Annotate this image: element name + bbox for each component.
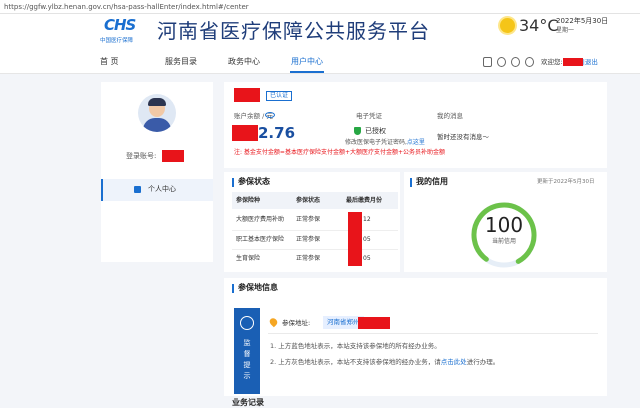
- records-title: 业务记录: [232, 398, 264, 407]
- browser-url-bar[interactable]: https://ggfw.ylbz.henan.gov.cn/hsa-pass-…: [0, 0, 640, 14]
- address-redacted: [358, 317, 390, 329]
- col-last-month: 最后缴费月份: [346, 197, 383, 204]
- active-nav-indicator: [290, 71, 324, 73]
- weather-widget: 34°C 2022年5月30日 星期一: [500, 16, 630, 50]
- nav-user-center[interactable]: 用户中心: [291, 57, 323, 67]
- date: 2022年5月30日: [556, 17, 609, 25]
- logo-subtitle: 中国医疗保障: [100, 38, 134, 44]
- balance-value: 2.76: [258, 124, 296, 142]
- col-insurance-type: 参保险种: [236, 197, 261, 204]
- months-redacted: [348, 212, 362, 266]
- balance-redacted: [232, 125, 258, 141]
- address-label: 参保地址:: [282, 319, 311, 327]
- row1-type: 大额医疗费用补助: [236, 216, 285, 223]
- section-marker: [232, 284, 234, 293]
- section-marker: [232, 178, 234, 187]
- messages-label: 我的消息: [437, 112, 463, 120]
- avatar: [138, 94, 176, 132]
- row3-status: 正常参保: [296, 255, 321, 262]
- main-nav: 首 页 服务目录 政务中心 用户中心 欢迎您: |退出: [0, 52, 640, 74]
- eye-icon[interactable]: [265, 112, 275, 118]
- row-divider: [232, 230, 398, 231]
- hint-line-2: 2. 上方灰色地址表示，本站不支持该参保地的经办业务，请点击此处进行办理。: [270, 358, 499, 366]
- welcome-area: 欢迎您: |退出: [541, 58, 598, 67]
- click-here-link[interactable]: 点击此处: [441, 358, 467, 366]
- credit-updated: 更新于2022年5月30日: [537, 179, 595, 185]
- account-card: 已认证 账户余额 / 元 2.76 电子凭证 已授权 修改医保电子凭证密码,点这…: [224, 82, 607, 168]
- hint-line-2-end: 进行办理。: [466, 358, 500, 366]
- credit-score: 100: [484, 213, 524, 237]
- avatar-hair: [148, 98, 166, 106]
- verified-badge: 已认证: [266, 91, 293, 101]
- voucher-label: 电子凭证: [356, 112, 382, 120]
- shield-check-icon: [354, 127, 361, 135]
- location-pin-icon: [268, 316, 279, 328]
- row-divider: [232, 249, 398, 250]
- username-redacted: [562, 58, 583, 66]
- logout-link[interactable]: |退出: [583, 58, 598, 66]
- col-status: 参保状态: [296, 197, 321, 204]
- row2-type: 职工基本医疗保险: [236, 236, 285, 243]
- insured-title: 参保地信息: [238, 283, 278, 292]
- status-title: 参保状态: [238, 177, 270, 186]
- login-account-redacted: [162, 150, 184, 162]
- welcome-label: 欢迎您:: [541, 58, 563, 66]
- supervise-panel: 监督提示: [234, 308, 260, 394]
- messages-value: 暂时还没有消息～: [437, 133, 489, 141]
- chs-logo: CHS 中国医疗保障: [100, 16, 144, 50]
- nav-home[interactable]: 首 页: [100, 57, 119, 67]
- temperature: 34°C: [519, 16, 559, 35]
- grid-icon: [134, 186, 141, 193]
- voucher-change-link[interactable]: 点这里: [407, 139, 425, 146]
- row2-status: 正常参保: [296, 236, 321, 243]
- hint-line-1: 1. 上方蓝色地址表示，本站支持该参保地的所有经办业务。: [270, 342, 441, 350]
- mobile-icon[interactable]: [483, 57, 492, 67]
- nav-government-center[interactable]: 政务中心: [228, 57, 260, 67]
- sun-icon: [500, 18, 515, 33]
- row3-type: 生育保险: [236, 255, 261, 262]
- row3-month: 05: [363, 255, 371, 262]
- weekday: 星期一: [556, 27, 575, 34]
- logo-mark: CHS: [104, 16, 136, 34]
- weibo-icon[interactable]: [511, 57, 520, 67]
- accessibility-icon[interactable]: [525, 57, 534, 67]
- divider: [268, 333, 598, 334]
- profile-card: 登录账号: 个人中心: [101, 82, 213, 262]
- login-account-label: 登录账号:: [126, 152, 157, 160]
- site-title: 河南省医疗保障公共服务平台: [157, 19, 430, 43]
- avatar-body: [143, 118, 171, 132]
- voucher-note: 修改医保电子凭证密码,点这里: [345, 139, 425, 147]
- supervise-label: 监督提示: [243, 339, 251, 380]
- supervise-icon: [240, 316, 254, 330]
- hint-line-2-text: 2. 上方灰色地址表示，本站不支持该参保地的经办业务，请: [270, 358, 441, 366]
- credit-score-label: 当前信用: [491, 238, 516, 245]
- section-marker: [410, 178, 412, 187]
- nav-service-catalog[interactable]: 服务目录: [165, 57, 197, 67]
- sidebar-item-label: 个人中心: [148, 185, 176, 193]
- row2-month: 05: [363, 236, 371, 243]
- row1-status: 正常参保: [296, 216, 321, 223]
- site-header: CHS 中国医疗保障 河南省医疗保障公共服务平台 34°C 2022年5月30日…: [0, 14, 640, 52]
- credit-card: 我的信用 更新于2022年5月30日 100 当前信用: [404, 172, 607, 272]
- insured-location-card: 参保地信息 监督提示 参保地址: 河南省郑州 1. 上方蓝色地址表示，本站支持该…: [224, 278, 607, 396]
- insurance-status-card: 参保状态 参保险种 参保状态 最后缴费月份 大额医疗费用补助 正常参保 12 职…: [224, 172, 400, 272]
- credit-title: 我的信用: [416, 177, 448, 186]
- fund-note: 注: 基金支付金额=基本医疗保险支付金额+大额医疗支付金额+公务员补助金额: [234, 149, 446, 156]
- sidebar-item-personal-center[interactable]: 个人中心: [101, 179, 213, 201]
- name-redacted: [234, 88, 260, 102]
- voucher-note-text: 修改医保电子凭证密码,: [345, 139, 407, 146]
- wechat-icon[interactable]: [497, 57, 506, 67]
- row1-month: 12: [363, 216, 371, 223]
- voucher-status: 已授权: [365, 127, 386, 135]
